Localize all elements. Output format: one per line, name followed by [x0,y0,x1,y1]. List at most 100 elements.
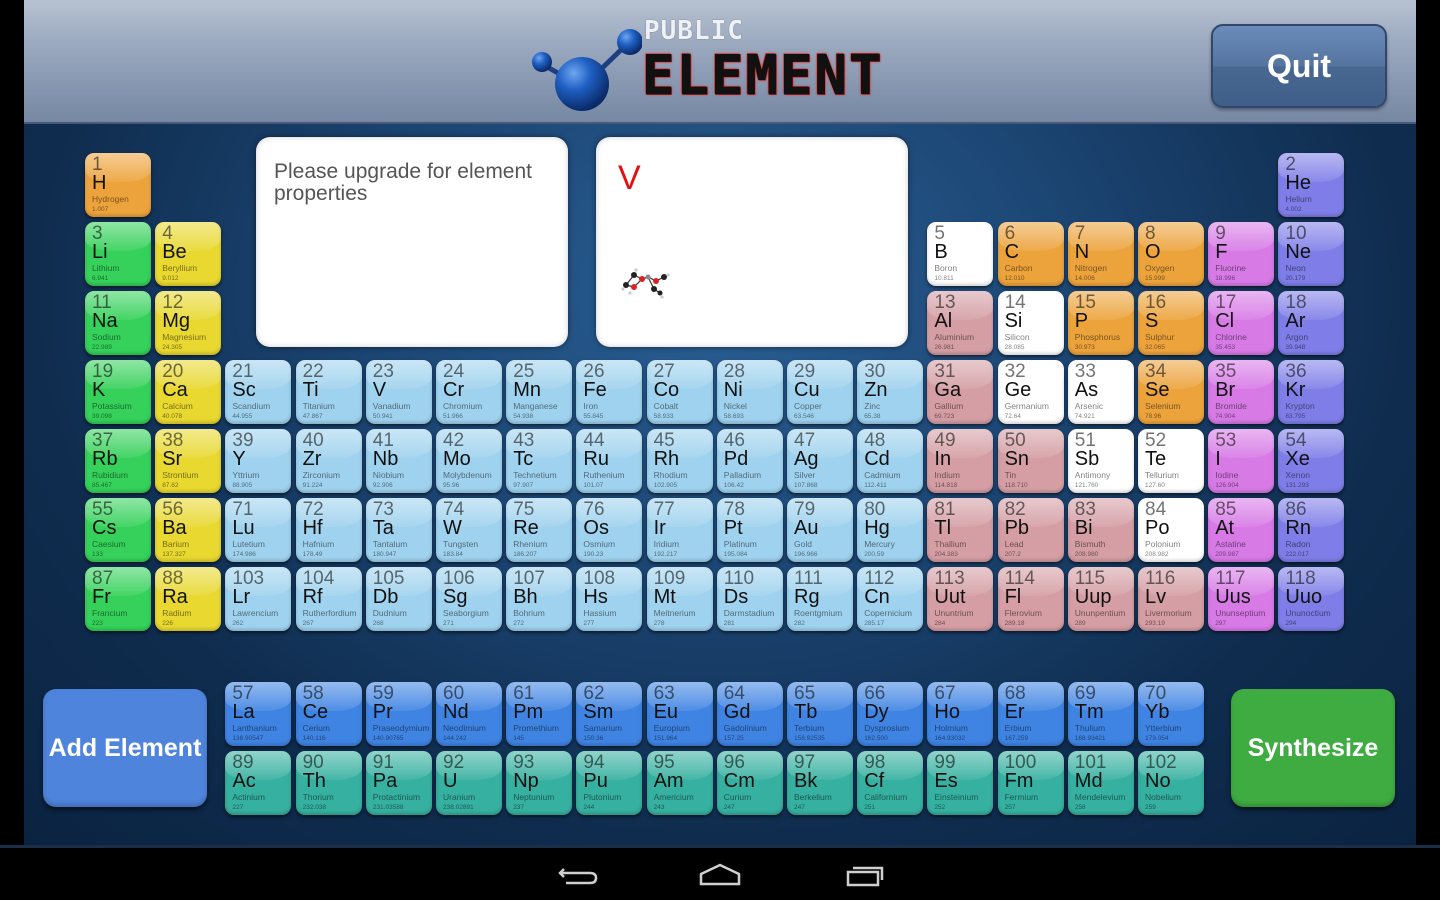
element-cell-mt[interactable]: 109 Mt Meitnerium 278 [646,567,713,631]
element-cell-rf[interactable]: 104 Rf Rutherfordium 267 [295,567,362,631]
element-cell-uut[interactable]: 113 Uut Ununtrium 284 [927,567,994,631]
element-cell-he[interactable]: 2 He Helium 4.002 [1278,153,1345,217]
element-cell-se[interactable]: 34 Se Selenium 78.96 [1138,360,1204,424]
element-cell-lu[interactable]: 71 Lu Lutetium 174.986 [225,498,292,562]
element-cell-fr[interactable]: 87 Fr Francium 223 [85,567,151,631]
element-cell-po[interactable]: 84 Po Polonium 208.982 [1138,498,1204,562]
element-cell-bh[interactable]: 107 Bh Bohrium 272 [506,567,573,631]
element-cell-zn[interactable]: 30 Zn Zinc 65.38 [857,360,924,424]
element-cell-ir[interactable]: 77 Ir Iridium 192.217 [646,498,713,562]
element-cell-mg[interactable]: 12 Mg Magnesium 24.305 [155,291,222,355]
element-cell-zr[interactable]: 40 Zr Zirconium 91.224 [295,429,362,493]
element-cell-th[interactable]: 90 Th Thorium 232.038 [295,751,362,815]
element-cell-ga[interactable]: 31 Ga Gallium 69.723 [927,360,994,424]
element-cell-ag[interactable]: 47 Ag Silver 107.868 [787,429,853,493]
element-cell-tl[interactable]: 81 Tl Thallium 204.383 [927,498,994,562]
back-icon[interactable] [552,860,602,890]
element-cell-rn[interactable]: 86 Rn Radon 222.017 [1278,498,1345,562]
quit-button[interactable]: Quit [1211,24,1387,108]
element-cell-ge[interactable]: 32 Ge Germanium 72.64 [997,360,1064,424]
element-cell-pm[interactable]: 61 Pm Promethium 145 [506,682,573,746]
element-cell-sm[interactable]: 62 Sm Samarium 150.36 [576,682,643,746]
element-cell-ni[interactable]: 28 Ni Nickel 58.693 [716,360,783,424]
element-cell-ca[interactable]: 20 Ca Calcium 40.078 [155,360,222,424]
element-cell-pd[interactable]: 46 Pd Palladium 106.42 [716,429,783,493]
element-cell-f[interactable]: 9 F Fluorine 18.996 [1208,222,1275,286]
element-cell-i[interactable]: 53 I Iodine 126.904 [1208,429,1275,493]
element-cell-pr[interactable]: 59 Pr Praseodymium 140.90765 [365,682,432,746]
element-cell-nd[interactable]: 60 Nd Neodimium 144.242 [436,682,502,746]
element-cell-sc[interactable]: 21 Sc Scandium 44.955 [225,360,292,424]
element-cell-la[interactable]: 57 La Lanthanium 138.90547 [225,682,292,746]
element-cell-nb[interactable]: 41 Nb Niobium 92.906 [365,429,432,493]
element-cell-k[interactable]: 19 K Potassium 39.098 [85,360,151,424]
element-cell-pa[interactable]: 91 Pa Protactinium 231.03588 [365,751,432,815]
add-element-button[interactable]: Add Element [43,689,207,807]
element-cell-ba[interactable]: 56 Ba Barium 137.327 [155,498,222,562]
element-cell-al[interactable]: 13 Al Aluminium 26.981 [927,291,994,355]
element-cell-h[interactable]: 1 H Hydrogen 1.007 [85,153,151,217]
element-cell-cr[interactable]: 24 Cr Chromium 51.966 [436,360,502,424]
element-cell-ta[interactable]: 73 Ta Tantalum 180.947 [365,498,432,562]
element-cell-na[interactable]: 11 Na Sodium 22.989 [85,291,151,355]
element-cell-rg[interactable]: 111 Rg Roentgmium 282 [787,567,853,631]
element-cell-re[interactable]: 75 Re Rhenium 186.207 [506,498,573,562]
element-cell-br[interactable]: 35 Br Bromide 74.904 [1208,360,1275,424]
element-cell-ds[interactable]: 110 Ds Darmstadium 281 [716,567,783,631]
element-cell-cl[interactable]: 17 Cl Chlorine 35.453 [1208,291,1275,355]
element-cell-as[interactable]: 33 As Arsenic 74.921 [1067,360,1134,424]
element-cell-s[interactable]: 16 S Sulphur 32.065 [1138,291,1204,355]
element-cell-hg[interactable]: 80 Hg Mercury 200.59 [857,498,924,562]
element-cell-o[interactable]: 8 O Oxygen 15.999 [1138,222,1204,286]
element-cell-y[interactable]: 39 Y Yttrium 88.905 [225,429,292,493]
element-cell-lr[interactable]: 103 Lr Lawrencium 262 [225,567,292,631]
element-cell-co[interactable]: 27 Co Cobalt 58.933 [646,360,713,424]
element-cell-am[interactable]: 95 Am Americium 243 [646,751,713,815]
home-icon[interactable] [695,860,745,890]
element-cell-in[interactable]: 49 In Indium 114.818 [927,429,994,493]
element-cell-pb[interactable]: 82 Pb Lead 207.2 [997,498,1064,562]
element-cell-fe[interactable]: 26 Fe Iron 55.845 [576,360,643,424]
element-cell-sn[interactable]: 50 Sn Tin 118.710 [997,429,1064,493]
element-cell-w[interactable]: 74 W Tungsten 183.84 [436,498,502,562]
element-cell-cn[interactable]: 112 Cn Copernicium 285.17 [857,567,924,631]
element-cell-rb[interactable]: 37 Rb Rubidium 85.467 [85,429,151,493]
element-cell-ne[interactable]: 10 Ne Neon 20.179 [1278,222,1345,286]
element-cell-u[interactable]: 92 U Uranium 238.02891 [436,751,502,815]
element-cell-yb[interactable]: 70 Yb Ytterbium 173.054 [1138,682,1204,746]
element-cell-cf[interactable]: 98 Cf Californium 251 [857,751,924,815]
element-cell-lv[interactable]: 116 Lv Livermorium 293.19 [1138,567,1204,631]
element-cell-bk[interactable]: 97 Bk Berkelium 247 [787,751,853,815]
element-cell-db[interactable]: 105 Db Dudnium 268 [365,567,432,631]
element-cell-bi[interactable]: 83 Bi Bismuth 208.980 [1067,498,1134,562]
element-cell-mo[interactable]: 42 Mo Molybdenum 95.96 [436,429,502,493]
element-cell-ti[interactable]: 22 Ti Titanium 47.867 [295,360,362,424]
element-cell-ru[interactable]: 44 Ru Ruthenium 101.07 [576,429,643,493]
element-cell-sg[interactable]: 106 Sg Seaborgium 271 [436,567,502,631]
element-cell-au[interactable]: 79 Au Gold 196.966 [787,498,853,562]
element-cell-fm[interactable]: 100 Fm Fermium 257 [997,751,1064,815]
element-cell-np[interactable]: 93 Np Neptunium 237 [506,751,573,815]
element-cell-tm[interactable]: 69 Tm Thulium 168.93421 [1067,682,1134,746]
recents-icon[interactable] [840,860,890,890]
element-cell-xe[interactable]: 54 Xe Xenon 131.293 [1278,429,1345,493]
element-cell-no[interactable]: 102 No Nobelium 259 [1138,751,1204,815]
synthesize-button[interactable]: Synthesize [1231,689,1395,807]
element-cell-os[interactable]: 76 Os Osmium 190.23 [576,498,643,562]
element-cell-er[interactable]: 68 Er Erbium 167.259 [997,682,1064,746]
element-cell-sr[interactable]: 38 Sr Strontium 87.62 [155,429,222,493]
element-cell-c[interactable]: 6 C Carbon 12.010 [997,222,1064,286]
element-cell-eu[interactable]: 63 Eu Europium 151.964 [646,682,713,746]
element-cell-li[interactable]: 3 Li Lithium 6.941 [85,222,151,286]
element-cell-fl[interactable]: 114 Fl Flerovium 289.18 [997,567,1064,631]
element-cell-hs[interactable]: 108 Hs Hassium 277 [576,567,643,631]
element-cell-ho[interactable]: 67 Ho Holmium 164.93032 [927,682,994,746]
element-cell-p[interactable]: 15 P Phosphorus 30.973 [1067,291,1134,355]
element-cell-uus[interactable]: 117 Uus Ununseptium 297 [1208,567,1275,631]
element-cell-ra[interactable]: 88 Ra Radium 226 [155,567,222,631]
element-cell-pt[interactable]: 78 Pt Platinum 195.084 [716,498,783,562]
element-cell-es[interactable]: 99 Es Einsteinium 252 [927,751,994,815]
element-cell-ce[interactable]: 58 Ce Cerium 140.116 [295,682,362,746]
element-cell-ar[interactable]: 18 Ar Argon 39.948 [1278,291,1345,355]
element-cell-at[interactable]: 85 At Astatine 209.987 [1208,498,1275,562]
